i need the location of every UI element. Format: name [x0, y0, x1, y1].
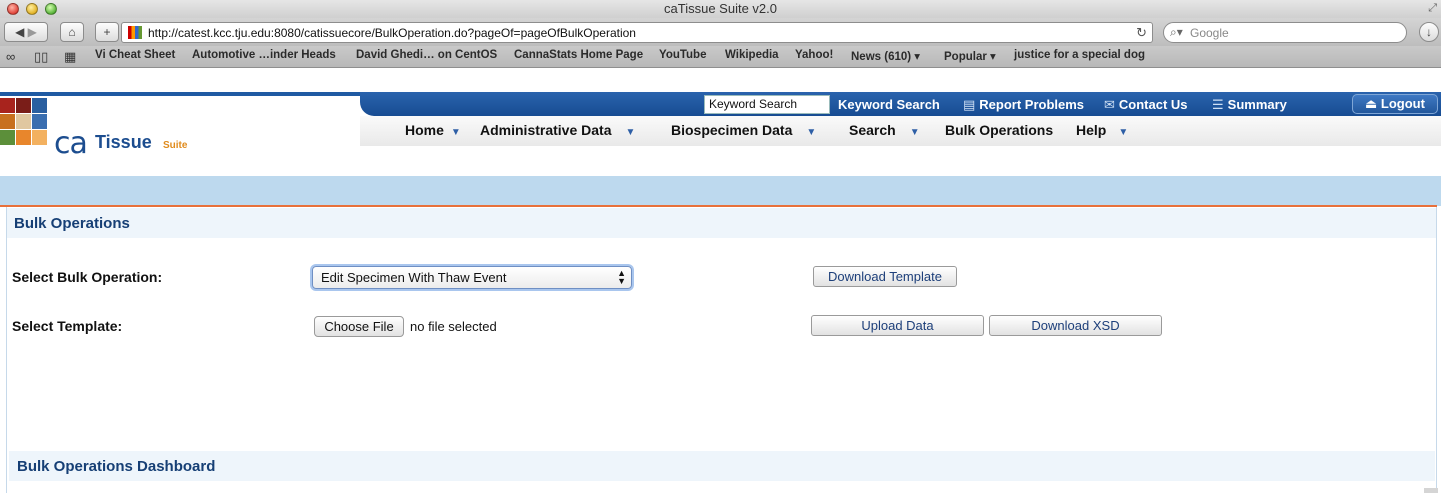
plus-icon: + — [103, 25, 111, 39]
section-header — [7, 208, 1436, 238]
contact-us-link[interactable]: ✉ Contact Us — [1104, 97, 1188, 113]
back-arrow-icon[interactable]: ◀ — [15, 25, 24, 39]
menu-bulk-operations[interactable]: Bulk Operations — [945, 122, 1053, 138]
menu-help-label: Help — [1076, 122, 1107, 138]
downloads-icon: ↓ — [1426, 25, 1432, 39]
logo-ca-text: ca — [54, 126, 88, 161]
chevron-down-icon: ▼ — [625, 127, 636, 138]
file-status-text: no file selected — [410, 319, 497, 334]
bulk-operation-select[interactable]: Edit Specimen With Thaw Event ▲ ▼ — [312, 266, 632, 289]
download-xsd-button[interactable]: Download XSD — [989, 315, 1162, 336]
bookmark-item[interactable]: justice for a special dog — [1014, 49, 1145, 61]
search-placeholder: Google — [1190, 26, 1229, 40]
menu-administrative-data-label: Administrative Data — [480, 122, 612, 138]
upload-data-button[interactable]: Upload Data — [811, 315, 984, 336]
envelope-icon: ✉ — [1104, 97, 1115, 112]
dashboard-title: Bulk Operations Dashboard — [17, 458, 216, 475]
contact-us-label: Contact Us — [1118, 97, 1188, 112]
bookmark-item[interactable]: CannaStats Home Page — [514, 49, 643, 61]
search-icon: ⌕▾ — [1170, 25, 1183, 39]
chevron-down-icon: ▼ — [1118, 127, 1129, 138]
select-operation-label: Select Bulk Operation: — [12, 269, 163, 285]
select-template-label: Select Template: — [12, 318, 123, 334]
bookmark-folder[interactable]: News (610) ▾ — [851, 49, 920, 63]
app-header: ca Tissue Suite Keyword Search Keyword S… — [0, 92, 1441, 176]
catissue-logo-mark — [0, 96, 50, 152]
logo-suite-text: Suite — [163, 140, 188, 151]
report-problems-label: Report Problems — [979, 97, 1085, 112]
menu-search-label: Search — [849, 122, 896, 138]
reload-icon[interactable]: ↻ — [1136, 25, 1147, 41]
keyword-search-input[interactable]: Keyword Search — [704, 95, 830, 114]
menu-help[interactable]: Help ▼ — [1076, 122, 1128, 138]
document-icon: ▤ — [963, 97, 976, 112]
home-button[interactable]: ⌂ — [60, 22, 84, 42]
address-url[interactable]: http://catest.kcc.tju.edu:8080/catissuec… — [148, 26, 636, 40]
choose-file-button[interactable]: Choose File — [314, 316, 404, 337]
site-favicon-icon — [128, 26, 142, 39]
fullscreen-icon[interactable]: ⤢ — [1428, 2, 1437, 15]
menu-administrative-data[interactable]: Administrative Data ▼ — [480, 122, 635, 138]
page-title: Bulk Operations — [14, 215, 130, 232]
chevron-down-icon: ▼ — [909, 127, 920, 138]
bookmarks-book-icon[interactable]: ▯▯ — [34, 49, 48, 65]
bulk-operation-selected-value: Edit Specimen With Thaw Event — [321, 270, 507, 285]
reading-list-icon[interactable]: ∞ — [6, 49, 15, 64]
logout-button[interactable]: ⏏ Logout — [1352, 94, 1438, 114]
forward-arrow-icon[interactable]: ▶ — [28, 25, 37, 39]
header-top-rule — [0, 92, 420, 96]
top-sites-grid-icon[interactable]: ▦ — [64, 49, 76, 65]
report-problems-link[interactable]: ▤ Report Problems — [963, 97, 1084, 113]
home-icon: ⌂ — [68, 25, 76, 39]
logout-label: Logout — [1380, 96, 1425, 111]
dashboard-header — [9, 451, 1435, 481]
bookmarks-bar: ∞ ▯▯ ▦ Vi Cheat Sheet Automotive …inder … — [0, 46, 1441, 68]
add-bookmark-button[interactable]: + — [95, 22, 119, 42]
browser-search-input[interactable]: ⌕▾ Google — [1163, 22, 1407, 43]
bookmark-item[interactable]: Automotive …inder Heads — [192, 49, 336, 61]
menu-search[interactable]: Search ▼ — [849, 122, 920, 138]
bookmark-item[interactable]: Vi Cheat Sheet — [95, 49, 175, 61]
keyword-search-link[interactable]: Keyword Search — [838, 97, 940, 112]
summary-link[interactable]: ☰ Summary — [1212, 97, 1287, 113]
bookmark-item[interactable]: YouTube — [659, 49, 706, 61]
summary-label: Summary — [1227, 97, 1287, 112]
bookmark-folder[interactable]: Popular ▾ — [944, 49, 996, 63]
bookmark-item[interactable]: Wikipedia — [725, 49, 779, 61]
menu-home[interactable]: Home ▼ — [405, 122, 461, 138]
select-arrows-icon: ▲ ▼ — [617, 268, 626, 286]
chevron-down-icon: ▼ — [806, 127, 817, 138]
address-bar[interactable]: http://catest.kcc.tju.edu:8080/catissuec… — [121, 22, 1153, 43]
window-titlebar: caTissue Suite v2.0 ⤢ — [0, 0, 1441, 18]
menu-home-label: Home — [405, 122, 444, 138]
bookmark-item[interactable]: David Ghedi… on CentOS — [356, 49, 497, 61]
window-title: caTissue Suite v2.0 — [664, 1, 777, 16]
bookmark-item[interactable]: Yahoo! — [795, 49, 833, 61]
logout-icon: ⏏ — [1365, 96, 1381, 111]
menu-biospecimen-data[interactable]: Biospecimen Data ▼ — [671, 122, 816, 138]
header-separator-band — [0, 176, 1441, 206]
list-icon: ☰ — [1212, 97, 1224, 112]
download-template-button[interactable]: Download Template — [813, 266, 957, 287]
scrollbar-thumb[interactable] — [1424, 488, 1438, 493]
menu-biospecimen-data-label: Biospecimen Data — [671, 122, 793, 138]
chevron-down-icon: ▼ — [450, 127, 461, 138]
browser-toolbar: ◀ ▶ ⌂ + http://catest.kcc.tju.edu:8080/c… — [0, 18, 1441, 46]
back-forward-buttons[interactable]: ◀ ▶ — [4, 22, 48, 42]
logo-tissue-text: Tissue — [95, 132, 152, 152]
downloads-button[interactable]: ↓ — [1419, 22, 1439, 42]
